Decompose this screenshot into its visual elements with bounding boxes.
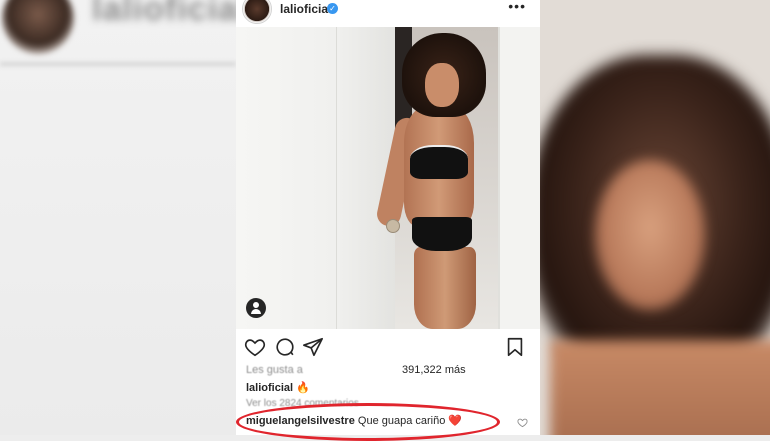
- comment-heart-emoji: ❤️: [448, 415, 463, 427]
- instagram-post: lalioficial ✓ ••• Les gusta a 391,322 má…: [236, 0, 540, 435]
- more-options-icon[interactable]: •••: [508, 0, 526, 14]
- blurred-divider: [0, 62, 236, 66]
- blurred-username: lalioficial: [92, 0, 236, 28]
- avatar[interactable]: [242, 0, 272, 24]
- comment-username[interactable]: miguelangelsilvestre: [246, 415, 355, 427]
- blurred-avatar: [2, 0, 74, 54]
- blurred-body: [550, 340, 770, 435]
- photo-top: [410, 145, 468, 179]
- user-tag-icon[interactable]: [246, 298, 266, 318]
- heart-outline-icon[interactable]: [244, 336, 266, 358]
- verified-badge-icon: ✓: [327, 3, 338, 14]
- blurred-left-background: lalioficial: [0, 0, 236, 435]
- comment-bubble-icon[interactable]: [274, 336, 296, 358]
- photo-legs: [414, 247, 476, 329]
- blurred-face: [595, 160, 705, 310]
- photo-doorframe: [498, 27, 540, 329]
- likes-line: Les gusta a 391,322 más: [246, 364, 466, 376]
- post-header: lalioficial ✓ •••: [236, 0, 540, 24]
- paper-plane-icon[interactable]: [302, 336, 324, 358]
- photo-bottom: [412, 217, 472, 251]
- blurred-right-background: [540, 0, 770, 435]
- comment-row: miguelangelsilvestre Que guapa cariño ❤️: [246, 414, 462, 427]
- likes-count[interactable]: 391,322 más: [402, 364, 466, 376]
- comment-like-icon[interactable]: [517, 417, 528, 428]
- caption-username[interactable]: lalioficial: [246, 382, 293, 394]
- post-photo[interactable]: [236, 27, 540, 329]
- caption-text: 🔥: [296, 382, 310, 394]
- comment-text: Que guapa cariño: [357, 415, 446, 427]
- likes-prefix: Les gusta a: [246, 364, 303, 376]
- bookmark-icon[interactable]: [504, 336, 526, 358]
- door-knob: [386, 219, 400, 233]
- photo-face: [425, 63, 459, 107]
- view-all-comments-link[interactable]: Ver los 2824 comentarios: [246, 398, 359, 409]
- post-caption: lalioficial 🔥: [246, 381, 310, 394]
- post-actions: [236, 334, 540, 360]
- post-username[interactable]: lalioficial: [280, 2, 331, 16]
